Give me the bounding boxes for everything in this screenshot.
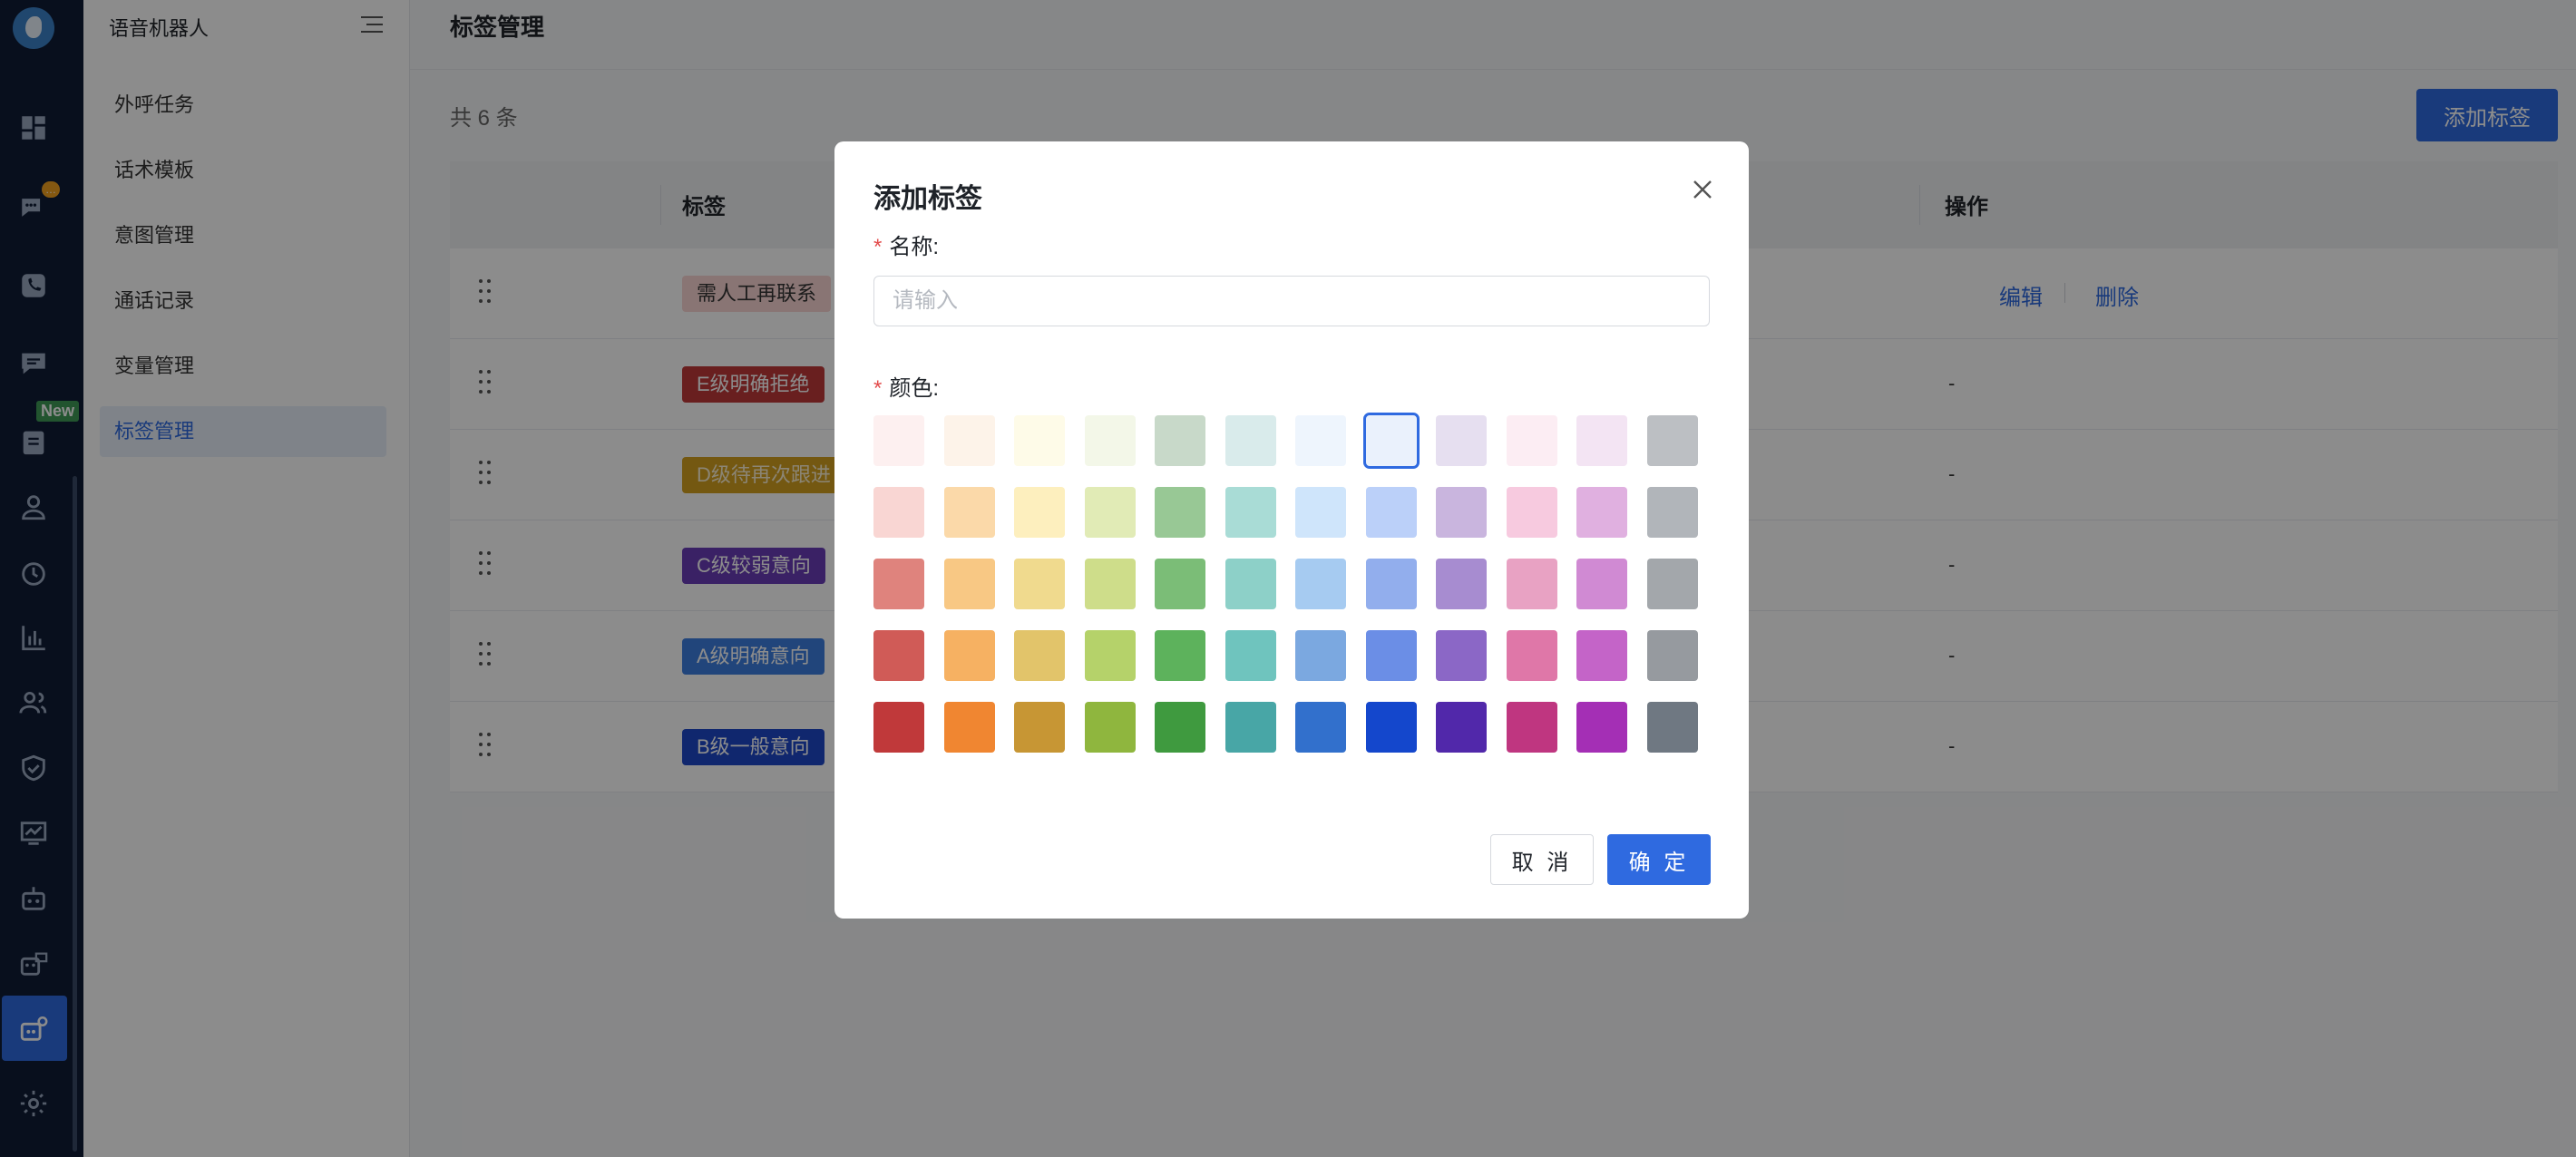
modal-title: 添加标签 bbox=[873, 184, 982, 214]
required-mark: * bbox=[873, 376, 883, 401]
color-swatch[interactable] bbox=[1155, 702, 1205, 753]
confirm-button[interactable]: 确 定 bbox=[1607, 834, 1711, 885]
color-swatch[interactable] bbox=[873, 415, 924, 466]
color-swatch[interactable] bbox=[1014, 415, 1065, 466]
color-swatch[interactable] bbox=[1225, 630, 1276, 681]
color-swatch[interactable] bbox=[1014, 487, 1065, 538]
color-swatch[interactable] bbox=[873, 487, 924, 538]
color-swatch[interactable] bbox=[1646, 702, 1698, 753]
color-swatch[interactable] bbox=[1576, 702, 1627, 753]
color-swatch[interactable] bbox=[873, 630, 924, 681]
color-swatch[interactable] bbox=[1576, 487, 1627, 538]
color-swatch[interactable] bbox=[1014, 559, 1065, 609]
color-swatch[interactable] bbox=[1365, 559, 1417, 609]
color-swatch[interactable] bbox=[943, 702, 995, 753]
color-swatch[interactable] bbox=[1084, 559, 1136, 609]
color-swatch[interactable] bbox=[1225, 487, 1276, 538]
color-swatch[interactable] bbox=[1084, 487, 1136, 538]
color-swatch[interactable] bbox=[1362, 413, 1420, 469]
color-swatch[interactable] bbox=[1365, 702, 1417, 753]
color-swatch[interactable] bbox=[1506, 415, 1557, 466]
color-swatch[interactable] bbox=[943, 487, 995, 538]
color-swatch[interactable] bbox=[1155, 630, 1205, 681]
color-swatch[interactable] bbox=[943, 559, 995, 609]
color-swatch[interactable] bbox=[1014, 630, 1065, 681]
color-label-text: 颜色: bbox=[889, 376, 940, 401]
color-swatch[interactable] bbox=[1646, 415, 1698, 466]
color-swatch[interactable] bbox=[1506, 559, 1557, 609]
color-swatch[interactable] bbox=[1155, 415, 1205, 466]
color-swatch[interactable] bbox=[1295, 415, 1346, 466]
color-swatch[interactable] bbox=[1084, 630, 1136, 681]
color-swatch[interactable] bbox=[943, 415, 995, 466]
color-swatch[interactable] bbox=[1576, 415, 1627, 466]
color-swatch[interactable] bbox=[1436, 630, 1487, 681]
color-swatch[interactable] bbox=[1014, 702, 1065, 753]
required-mark: * bbox=[873, 235, 883, 259]
color-swatch[interactable] bbox=[1295, 559, 1346, 609]
close-icon[interactable] bbox=[1687, 174, 1718, 205]
add-tag-modal: 添加标签 *名称: *颜色: 取 消 确 定 bbox=[834, 141, 1749, 919]
color-swatch[interactable] bbox=[1295, 702, 1346, 753]
name-label-text: 名称: bbox=[889, 235, 940, 259]
color-swatch[interactable] bbox=[1646, 559, 1698, 609]
color-swatch[interactable] bbox=[1436, 487, 1487, 538]
color-swatch[interactable] bbox=[1646, 487, 1698, 538]
color-swatch[interactable] bbox=[1084, 702, 1136, 753]
color-swatch[interactable] bbox=[1225, 559, 1276, 609]
color-swatch[interactable] bbox=[1084, 415, 1136, 466]
name-input[interactable] bbox=[873, 276, 1710, 326]
color-swatch[interactable] bbox=[1365, 487, 1417, 538]
color-swatch[interactable] bbox=[1506, 487, 1557, 538]
color-swatch[interactable] bbox=[1506, 702, 1557, 753]
color-swatch[interactable] bbox=[943, 630, 995, 681]
color-swatch[interactable] bbox=[1295, 487, 1346, 538]
color-swatch[interactable] bbox=[1436, 559, 1487, 609]
name-label: * 名称: bbox=[873, 228, 939, 260]
color-swatch[interactable] bbox=[1576, 630, 1627, 681]
color-swatch[interactable] bbox=[1576, 559, 1627, 609]
color-swatch[interactable] bbox=[1155, 559, 1205, 609]
color-swatch[interactable] bbox=[873, 702, 924, 753]
color-swatch[interactable] bbox=[1436, 702, 1487, 753]
color-swatch[interactable] bbox=[1225, 415, 1276, 466]
color-swatch[interactable] bbox=[1506, 630, 1557, 681]
color-swatch[interactable] bbox=[873, 559, 924, 609]
color-label: * 颜色: bbox=[873, 370, 939, 402]
color-swatch[interactable] bbox=[1365, 630, 1417, 681]
color-swatch[interactable] bbox=[1295, 630, 1346, 681]
color-swatch[interactable] bbox=[1646, 630, 1698, 681]
color-swatch[interactable] bbox=[1436, 415, 1487, 466]
color-swatch[interactable] bbox=[1155, 487, 1205, 538]
cancel-button[interactable]: 取 消 bbox=[1490, 834, 1594, 885]
color-swatch[interactable] bbox=[1225, 702, 1276, 753]
